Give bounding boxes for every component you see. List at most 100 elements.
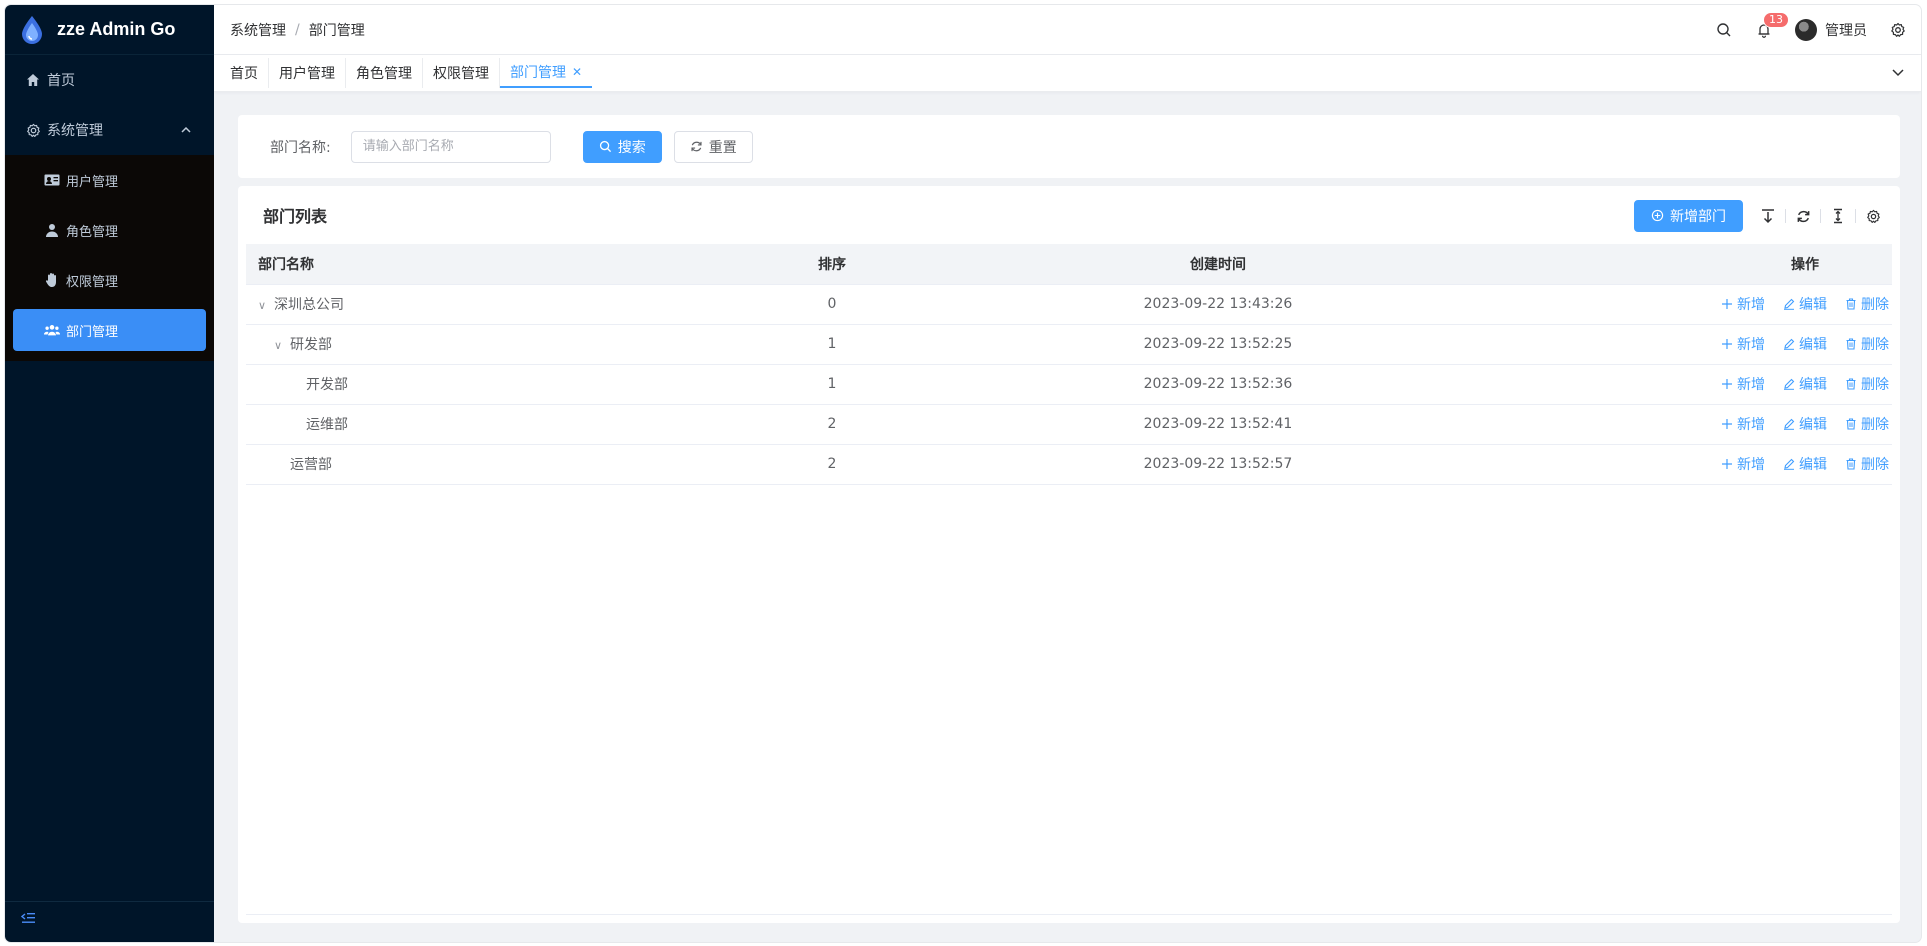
trash-icon [1845, 337, 1858, 351]
column-header-actions: 操作 [1498, 244, 1892, 285]
row-add-button[interactable]: 新增 [1721, 294, 1765, 314]
user-menu[interactable]: 管理员 [1795, 19, 1867, 41]
cell-dept-name: 运营部 [246, 444, 726, 485]
search-icon [599, 140, 613, 154]
sidebar-item-system[interactable]: 系统管理 [5, 105, 214, 155]
tab-permissions[interactable]: 权限管理 [423, 58, 500, 88]
row-actions: 新增 编辑 删除 [1721, 414, 1889, 434]
tab-label: 部门管理 [510, 65, 566, 81]
sidebar: zze Admin Go 首页 系统管理 用户管理 角色管理 权限管理 部门管理 [5, 5, 214, 942]
row-actions: 新增 编辑 删除 [1721, 334, 1889, 354]
cell-dept-name: ∨ 深圳总公司 [246, 284, 726, 325]
cell-created-time: 2023-09-22 13:52:41 [938, 404, 1498, 445]
edit-icon [1783, 378, 1796, 391]
row-delete-button[interactable]: 删除 [1845, 454, 1889, 474]
row-actions: 新增 编辑 删除 [1721, 294, 1889, 314]
row-edit-button[interactable]: 编辑 [1783, 414, 1827, 434]
row-delete-button[interactable]: 删除 [1845, 334, 1889, 354]
row-delete-button[interactable]: 删除 [1845, 414, 1889, 434]
column-header-created: 创建时间 [938, 244, 1498, 285]
row-delete-button[interactable]: 删除 [1845, 294, 1889, 314]
cell-sort: 1 [726, 324, 938, 365]
notification-badge: 13 [1763, 12, 1789, 28]
dept-name-text: 研发部 [290, 337, 332, 353]
row-edit-button[interactable]: 编辑 [1783, 454, 1827, 474]
user-name: 管理员 [1825, 23, 1867, 39]
density-icon[interactable] [1829, 207, 1847, 225]
sidebar-item-departments[interactable]: 部门管理 [13, 309, 206, 351]
toolbar-divider [1785, 209, 1786, 223]
cell-dept-name: 运维部 [246, 404, 726, 445]
table-body: ∨ 深圳总公司 0 2023-09-22 13:43:26 新增 编辑 删除 ∨ 研发部 1 202… [246, 284, 1892, 485]
search-icon[interactable] [1715, 21, 1733, 39]
table-footer-line [246, 914, 1892, 915]
expand-chevron-icon[interactable]: ∨ [270, 339, 286, 352]
add-dept-button[interactable]: 新增部门 [1634, 200, 1743, 232]
tab-departments[interactable]: 部门管理 ✕ [500, 58, 593, 88]
edit-icon [1783, 338, 1796, 351]
tab-label: 权限管理 [433, 66, 489, 82]
action-label: 删除 [1861, 297, 1889, 313]
edit-icon [1783, 298, 1796, 311]
dept-name-input[interactable] [350, 130, 551, 163]
search-button[interactable]: 搜索 [582, 130, 662, 163]
cell-dept-name: ∨ 研发部 [246, 324, 726, 365]
breadcrumb-item[interactable]: 系统管理 [230, 20, 286, 40]
cell-created-time: 2023-09-22 13:52:25 [938, 324, 1498, 365]
table-row: ∨ 深圳总公司 0 2023-09-22 13:43:26 新增 编辑 删除 [246, 284, 1892, 325]
table-row: 运维部 2 2023-09-22 13:52:41 新增 编辑 删除 [246, 404, 1892, 445]
sidebar-item-home[interactable]: 首页 [5, 55, 214, 105]
app-window: zze Admin Go 首页 系统管理 用户管理 角色管理 权限管理 部门管理… [5, 5, 1921, 942]
search-button-label: 搜索 [617, 139, 646, 156]
home-icon [25, 72, 41, 88]
close-tab-icon[interactable]: ✕ [572, 65, 582, 79]
dept-table: 部门名称 排序 创建时间 操作 ∨ 深圳总公司 0 2023-09-22 13:43:… [246, 244, 1892, 485]
table-row: 开发部 1 2023-09-22 13:52:36 新增 编辑 删除 [246, 364, 1892, 405]
search-form: 部门名称: 搜索 重置 [238, 115, 1900, 178]
users-icon [44, 322, 60, 338]
cell-actions: 新增 编辑 删除 [1498, 284, 1892, 325]
row-add-button[interactable]: 新增 [1721, 454, 1765, 474]
tab-home[interactable]: 首页 [220, 58, 269, 88]
sidebar-item-users[interactable]: 用户管理 [5, 155, 214, 205]
breadcrumb-separator: / [295, 21, 300, 38]
cell-created-time: 2023-09-22 13:52:57 [938, 444, 1498, 485]
row-add-button[interactable]: 新增 [1721, 374, 1765, 394]
collapse-sidebar-icon[interactable] [20, 912, 39, 930]
table-header-bar: 部门列表 新增部门 [238, 186, 1900, 244]
row-edit-button[interactable]: 编辑 [1783, 334, 1827, 354]
logo[interactable]: zze Admin Go [5, 5, 214, 55]
row-edit-button[interactable]: 编辑 [1783, 374, 1827, 394]
chevron-down-icon[interactable] [1891, 65, 1907, 81]
settings-gear-icon[interactable] [1889, 21, 1907, 39]
column-settings-icon[interactable] [1864, 207, 1882, 225]
add-dept-label: 新增部门 [1670, 209, 1726, 225]
action-label: 编辑 [1799, 377, 1827, 393]
reset-button[interactable]: 重置 [673, 130, 753, 163]
dept-name-text: 深圳总公司 [274, 297, 344, 313]
expand-collapse-icon[interactable] [1759, 207, 1777, 225]
hand-icon [44, 272, 60, 288]
action-label: 新增 [1737, 457, 1765, 473]
trash-icon [1845, 297, 1858, 311]
bell-icon[interactable]: 13 [1755, 12, 1789, 39]
avatar [1795, 19, 1817, 41]
tab-users[interactable]: 用户管理 [269, 58, 346, 88]
row-delete-button[interactable]: 删除 [1845, 374, 1889, 394]
user-icon [44, 222, 60, 238]
sidebar-item-roles[interactable]: 角色管理 [5, 205, 214, 255]
expand-chevron-icon[interactable]: ∨ [254, 299, 270, 312]
row-add-button[interactable]: 新增 [1721, 414, 1765, 434]
sidebar-item-label: 用户管理 [66, 174, 119, 190]
action-label: 删除 [1861, 457, 1889, 473]
action-label: 删除 [1861, 417, 1889, 433]
plus-icon [1721, 418, 1734, 431]
row-edit-button[interactable]: 编辑 [1783, 294, 1827, 314]
action-label: 编辑 [1799, 457, 1827, 473]
sidebar-item-permissions[interactable]: 权限管理 [5, 255, 214, 305]
action-label: 新增 [1737, 337, 1765, 353]
row-add-button[interactable]: 新增 [1721, 334, 1765, 354]
refresh-icon[interactable] [1794, 207, 1812, 225]
tab-roles[interactable]: 角色管理 [346, 58, 423, 88]
toolbar-divider [1855, 209, 1856, 223]
